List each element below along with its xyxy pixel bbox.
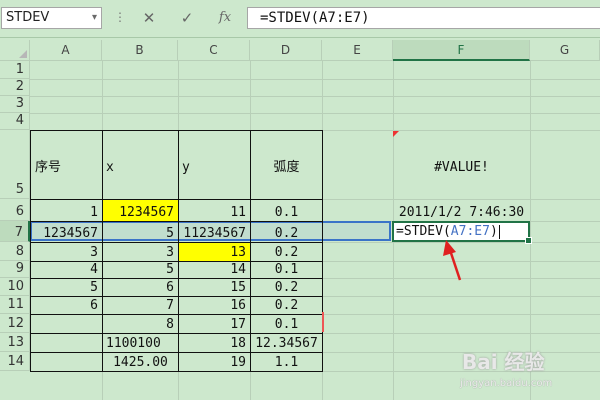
cell-a6[interactable]: 1 [30,199,103,222]
fill-handle[interactable] [525,237,532,244]
cell-d10[interactable]: 0.2 [250,278,323,297]
row-header-2[interactable]: 2 [0,79,30,96]
cell-d9[interactable]: 0.1 [250,261,323,279]
name-box[interactable]: STDEV ▾ [1,7,102,29]
row-header-4[interactable]: 4 [0,113,30,130]
row-header-1[interactable]: 1 [0,61,30,79]
column-header-d[interactable]: D [250,40,322,61]
name-box-value: STDEV [6,10,50,25]
column-header-f[interactable]: F [393,40,530,61]
cell-d14[interactable]: 1.1 [250,352,323,372]
arrow-head [443,240,456,256]
cell-c9[interactable]: 14 [178,261,251,279]
grid-line [30,113,600,114]
cell-a10[interactable]: 5 [30,278,103,297]
cell-b6[interactable]: 1234567 [102,199,179,222]
row-header-6[interactable]: 6 [0,199,30,221]
row-header-9[interactable]: 9 [0,261,30,278]
cell-b14[interactable]: 1425.00 [102,352,179,372]
cell-a7[interactable]: 1234567 [30,221,103,243]
watermark-url: jingyan.baidu.com [460,378,553,389]
cell-d13[interactable]: 12.34567 [250,333,323,353]
select-all-corner[interactable] [0,40,30,61]
cell-a9[interactable]: 4 [30,261,103,279]
column-header-e[interactable]: E [322,40,393,61]
cell-f6[interactable]: 2011/1/2 7:46:30 [393,199,530,221]
cell-edit-text[interactable]: =STDEV(A7:E7) [396,224,500,239]
formula-bar-value: =STDEV(A7:E7) [260,10,370,26]
cell-a8[interactable]: 3 [30,242,103,262]
cell-f5[interactable]: #VALUE! [393,130,530,199]
cell-c8[interactable]: 13 [178,242,251,262]
formula-bar[interactable]: =STDEV(A7:E7) [247,7,600,29]
text-cursor [498,224,500,239]
row-header-14[interactable]: 14 [0,352,30,371]
red-marker [322,312,324,332]
cell-b11[interactable]: 7 [102,296,179,315]
comment-indicator-icon[interactable] [393,131,399,137]
cell-d12[interactable]: 0.1 [250,314,323,334]
formula-toolbar: STDEV ▾ ⋮ ✕ ✓ fx =STDEV(A7:E7) [0,0,600,38]
row-header-7[interactable]: 7 [0,221,30,242]
cell-a13[interactable] [30,333,103,353]
formula-buttons: ✕ ✓ fx [132,7,240,29]
cell-c11[interactable]: 16 [178,296,251,315]
cancel-icon[interactable]: ✕ [138,7,160,29]
cell-d8[interactable]: 0.2 [250,242,323,262]
row-header-13[interactable]: 13 [0,333,30,352]
cell-c12[interactable]: 17 [178,314,251,334]
cell-b8[interactable]: 3 [102,242,179,262]
cell-c5[interactable]: y [178,130,251,200]
cell-b5[interactable]: x [102,130,179,200]
cell-b10[interactable]: 6 [102,278,179,297]
row-header-11[interactable]: 11 [0,296,30,314]
more-options-icon[interactable]: ⋮ [114,10,126,24]
range-reference: A7:E7 [450,224,490,239]
row-header-8[interactable]: 8 [0,242,30,261]
column-headers: A B C D E F G [0,40,600,61]
insert-function-icon[interactable]: fx [214,7,236,29]
cell-b7[interactable]: 5 [102,221,179,243]
watermark-logo: Bai 经验 [462,350,545,374]
cell-c7[interactable]: 11234567 [178,221,251,243]
cell-a12[interactable] [30,314,103,334]
chevron-down-icon[interactable]: ▾ [92,8,97,28]
grid-line [30,79,600,80]
cell-b9[interactable]: 5 [102,261,179,279]
cell-c14[interactable]: 19 [178,352,251,372]
column-header-a[interactable]: A [30,40,102,61]
row-header-10[interactable]: 10 [0,278,30,296]
cell-a5[interactable]: 序号 [30,130,103,200]
cell-c6[interactable]: 11 [178,199,251,222]
cell-d5[interactable]: 弧度 [250,130,323,200]
column-header-b[interactable]: B [102,40,178,61]
cell-a14[interactable] [30,352,103,372]
check-icon[interactable]: ✓ [176,7,198,29]
cell-b12[interactable]: 8 [102,314,179,334]
row-header-12[interactable]: 12 [0,314,30,333]
column-header-g[interactable]: G [530,40,600,61]
cell-d6[interactable]: 0.1 [250,199,323,222]
row-header-5[interactable]: 5 [0,130,30,199]
cell-b13[interactable]: 1100100 [102,333,179,353]
cell-c10[interactable]: 15 [178,278,251,297]
watermark: Bai 经验 jingyan.baidu.com [450,342,600,400]
cell-a11[interactable]: 6 [30,296,103,315]
column-header-c[interactable]: C [178,40,250,61]
arrow-shaft [448,249,462,281]
grid-line [30,96,600,97]
cell-d7[interactable]: 0.2 [250,221,323,243]
annotation-arrow-icon [443,240,462,281]
cell-d11[interactable]: 0.2 [250,296,323,315]
cell-c13[interactable]: 18 [178,333,251,353]
row-header-3[interactable]: 3 [0,96,30,113]
